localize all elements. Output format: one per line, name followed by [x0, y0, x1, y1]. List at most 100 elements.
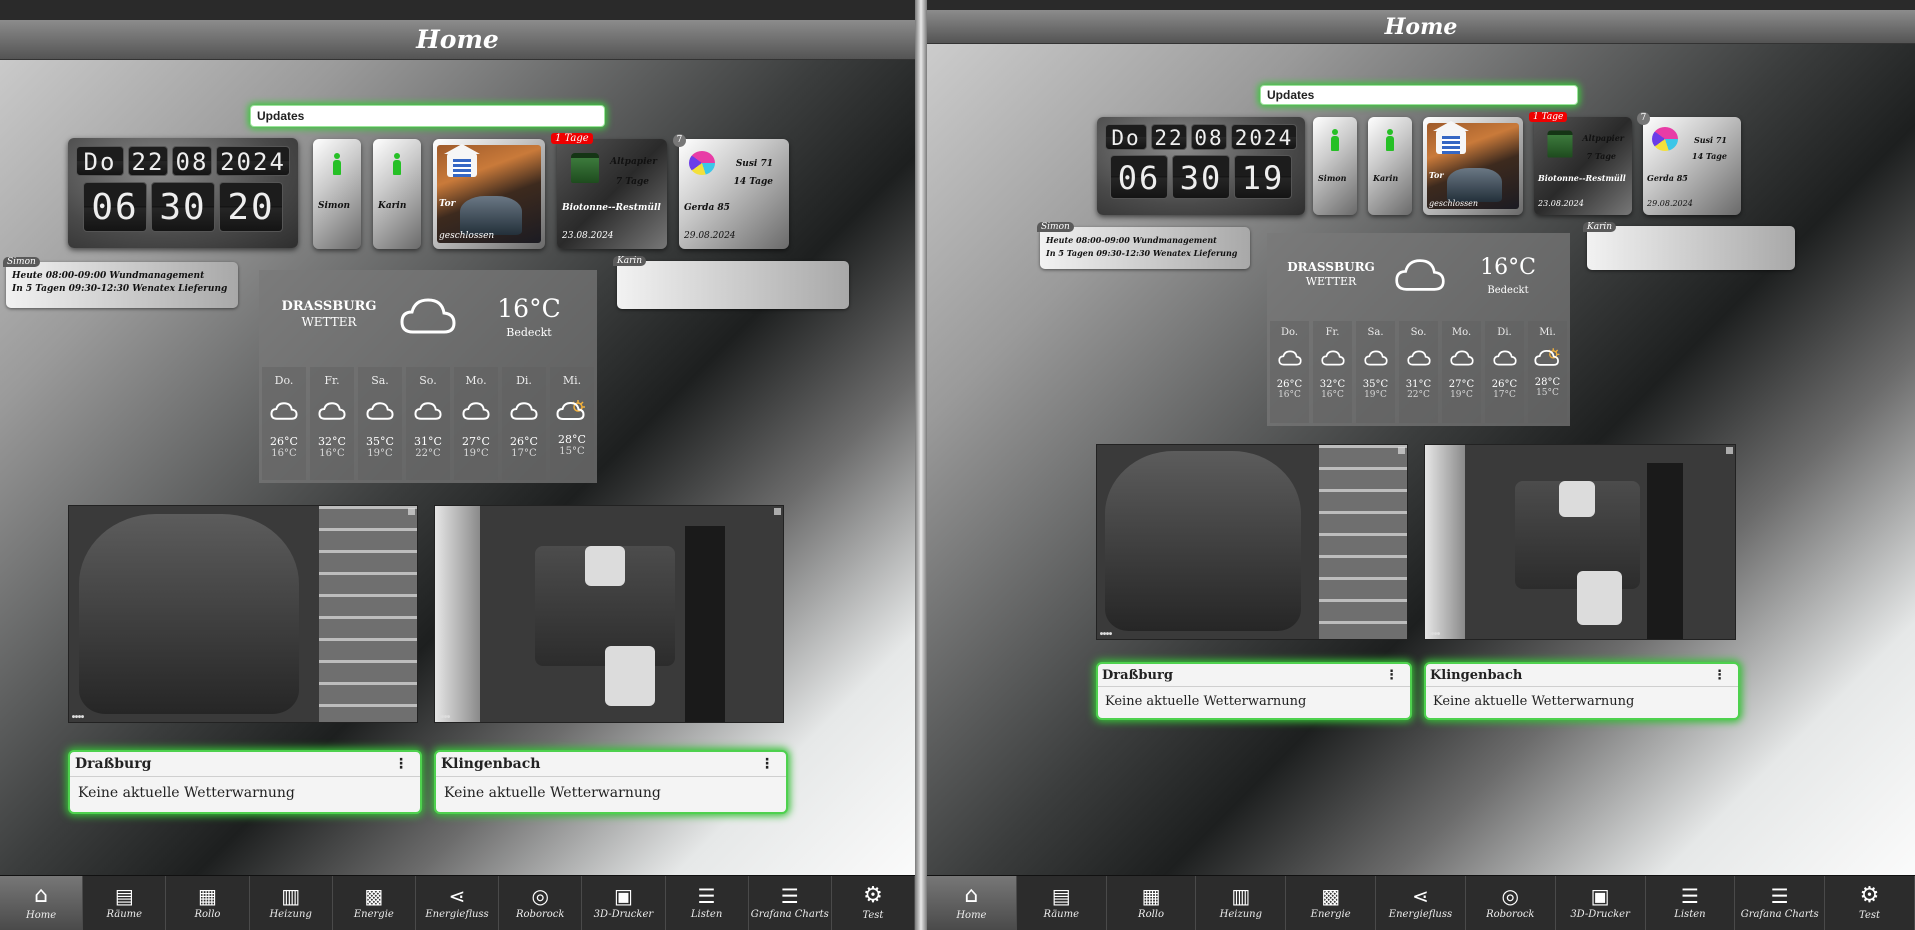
forecast-day: Fr. 32°C 16°C: [1313, 321, 1352, 423]
more-icon[interactable]: ⋮: [1385, 668, 1398, 683]
partly-sunny-icon: [1533, 348, 1559, 366]
nav-item-raeume[interactable]: ▤ Räume: [1017, 876, 1107, 930]
clock-date-day: 22: [1151, 124, 1187, 150]
calendar-karin[interactable]: [617, 261, 849, 309]
weather-warning-klingenbach[interactable]: Klingenbach ⋮ Keine aktuelle Wetterwarnun…: [434, 750, 788, 814]
nav-item-home[interactable]: ⌂ Home: [0, 876, 84, 930]
nav-item-test[interactable]: ⚙ Test: [1825, 876, 1915, 930]
calendar-simon[interactable]: Heute 08:00-09:00 Wundmanagement In 5 Ta…: [1040, 227, 1250, 269]
nav-item-rollo[interactable]: ▦ Rollo: [1107, 876, 1197, 930]
weather-subtitle: WETTER: [1305, 275, 1357, 288]
cloud-icon: [462, 402, 490, 420]
nav-item-listen[interactable]: ☰ Listen: [1646, 876, 1736, 930]
nav-item-grafana-charts[interactable]: ☰ Grafana Charts: [1735, 876, 1826, 930]
clock-date-month: 08: [172, 146, 212, 176]
expand-icon[interactable]: [774, 508, 781, 515]
person-tile-karin[interactable]: Karin: [1368, 117, 1412, 215]
nav-item-test[interactable]: ⚙ Test: [832, 876, 915, 930]
nav-item-heizung[interactable]: ▥ Heizung: [250, 876, 333, 930]
nav-item-rollo[interactable]: ▦ Rollo: [166, 876, 250, 930]
forecast-day: Sa. 35°C 19°C: [1356, 321, 1395, 423]
nav-item-energie[interactable]: ▩ Energie: [1286, 876, 1377, 930]
calendar-tag-karin: Karin: [1583, 222, 1617, 232]
garage-camera[interactable]: ●●●●: [1096, 444, 1408, 640]
clock-date-day: 22: [128, 146, 168, 176]
cloud-icon: [1406, 350, 1431, 366]
trash-bin-icon: [571, 153, 599, 183]
chart-list-icon: ☰: [780, 884, 799, 908]
nav-item-3d-drucker[interactable]: ▣ 3D-Drucker: [582, 876, 666, 930]
expand-icon[interactable]: [1726, 447, 1733, 454]
clock-seconds: 20: [219, 182, 283, 232]
blinds-icon: ▦: [198, 884, 217, 908]
trash-bin-icon: [1547, 130, 1573, 158]
weather-city: DRASSBURG: [1287, 260, 1375, 274]
nav-item-3d-drucker[interactable]: ▣ 3D-Drucker: [1556, 876, 1646, 930]
bin-tile-papier[interactable]: Susi 71 14 Tage Gerda 85 29.08.2024: [1643, 117, 1741, 215]
more-icon[interactable]: ⋮: [760, 756, 774, 772]
more-icon[interactable]: ⋮: [1713, 668, 1726, 683]
weather-forecast: Do. 26°C 16°C Fr. 32°C 16°C Sa. 35°C 19°C So. 3…: [262, 367, 594, 480]
expand-icon[interactable]: [1398, 447, 1405, 454]
blinds-icon: ▦: [1141, 884, 1161, 908]
nav-item-energiefluss[interactable]: ⋖ Energiefluss: [1376, 876, 1466, 930]
garage-camera[interactable]: ●●●●: [68, 505, 418, 723]
nav-item-home[interactable]: ⌂ Home: [927, 876, 1017, 930]
clock-hours: 06: [1110, 155, 1168, 199]
nav-item-roborock[interactable]: ◎ Roborock: [1466, 876, 1556, 930]
person-icon: [331, 153, 343, 175]
cloud-icon: [414, 402, 442, 420]
weather-card[interactable]: DRASSBURG WETTER 16°C Bedeckt Do. 26°C 16°…: [1267, 233, 1570, 426]
person-tile-simon[interactable]: Simon: [1313, 117, 1357, 215]
cloud-icon: [1363, 350, 1388, 366]
living-room-camera[interactable]: ●●●●: [434, 505, 784, 723]
weather-warning-drassburg[interactable]: Draßburg ⋮ Keine aktuelle Wetterwarnung: [68, 750, 422, 814]
nav-item-heizung[interactable]: ▥ Heizung: [1196, 876, 1287, 930]
weather-warning-klingenbach[interactable]: Klingenbach ⋮ Keine aktuelle Wetterwarnun…: [1424, 662, 1740, 720]
person-tile-karin[interactable]: Karin: [373, 139, 421, 249]
garage-tile[interactable]: Tor geschlossen: [433, 139, 545, 249]
weather-condition: Bedeckt: [1487, 285, 1529, 296]
person-tile-simon[interactable]: Simon: [313, 139, 361, 249]
nav-item-energie[interactable]: ▩ Energie: [333, 876, 416, 930]
updates-bar[interactable]: Updates: [250, 105, 605, 127]
garage-tile[interactable]: Tor geschlossen: [1423, 117, 1523, 215]
gear-icon: ⚙: [1859, 883, 1880, 908]
weather-warning-drassburg[interactable]: Draßburg ⋮ Keine aktuelle Wetterwarnung: [1096, 662, 1412, 720]
calendar-simon[interactable]: Heute 08:00-09:00 Wundmanagement In 5 Ta…: [6, 262, 238, 308]
clock-hours: 06: [83, 182, 147, 232]
clock-minutes: 30: [151, 182, 215, 232]
calendar-karin[interactable]: [1587, 226, 1795, 270]
weather-condition: Bedeckt: [506, 326, 552, 339]
weather-forecast: Do. 26°C 16°C Fr. 32°C 16°C Sa. 35°C 19°C So. 3…: [1270, 321, 1567, 423]
nav-item-raeume[interactable]: ▤ Räume: [83, 876, 167, 930]
chart-list-icon: ☰: [1770, 884, 1789, 908]
robot-vacuum-icon: ◎: [531, 884, 549, 908]
more-icon[interactable]: ⋮: [394, 756, 408, 772]
updates-bar[interactable]: Updates: [1260, 85, 1578, 105]
bin-tile-biotonne[interactable]: Altpapier 7 Tage Biotonne--Restmüll 23.0…: [1534, 117, 1632, 215]
days-badge: 1 Tage: [1529, 112, 1568, 122]
flip-clock: Do 22 08 2024 06 30 19: [1097, 117, 1305, 215]
cloud-icon: [1277, 350, 1302, 366]
clock-seconds: 19: [1234, 155, 1292, 199]
bin-tile-papier[interactable]: Susi 71 14 Tage Gerda 85 29.08.2024: [679, 139, 789, 249]
nav-item-roborock[interactable]: ◎ Roborock: [499, 876, 583, 930]
nav-item-grafana-charts[interactable]: ☰ Grafana Charts: [749, 876, 832, 930]
expand-icon[interactable]: [408, 508, 415, 515]
living-room-camera[interactable]: ●●●●: [1424, 444, 1736, 640]
clock-date-year: 2024: [216, 146, 290, 176]
list-icon: ☰: [697, 884, 716, 908]
nav-item-energiefluss[interactable]: ⋖ Energiefluss: [416, 876, 500, 930]
weather-card[interactable]: DRASSBURG WETTER 16°C Bedeckt Do. 26°C 16°…: [259, 270, 597, 483]
clock-day: Do: [76, 146, 124, 176]
forecast-day: Mo. 27°C 19°C: [1442, 321, 1481, 423]
clock-date-month: 08: [1191, 124, 1227, 150]
forecast-day: Mi. 28°C 15°C: [1528, 321, 1567, 423]
garage-icon: [1433, 120, 1470, 154]
nav-item-listen[interactable]: ☰ Listen: [666, 876, 749, 930]
bin-tile-biotonne[interactable]: Altpapier 7 Tage Biotonne--Restmüll 23.0…: [557, 139, 667, 249]
forecast-day: So. 31°C 22°C: [406, 367, 450, 480]
forecast-day: Sa. 35°C 19°C: [358, 367, 402, 480]
gear-icon: ⚙: [863, 883, 883, 908]
